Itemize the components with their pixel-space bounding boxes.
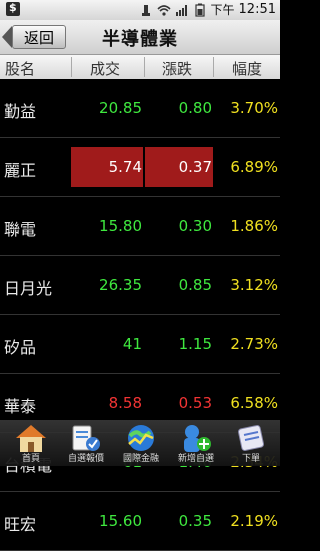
stock-price: 20.85 xyxy=(99,99,142,117)
stock-name: 麗正 xyxy=(4,161,37,180)
column-divider xyxy=(71,57,72,77)
battery-icon xyxy=(194,3,205,17)
table-row[interactable]: 矽品 41 1.15 2.73% xyxy=(0,315,280,374)
stock-pct: 3.12% xyxy=(230,276,278,294)
order-icon xyxy=(238,425,264,451)
stock-name: 日月光 xyxy=(4,279,53,298)
column-divider xyxy=(144,57,145,77)
stock-change: 0.37 xyxy=(178,158,212,176)
globe-icon xyxy=(128,425,154,451)
column-header-name: 股名 xyxy=(5,60,36,78)
table-row[interactable]: 麗正 5.74 0.37 6.89% xyxy=(0,138,280,197)
table-header: 股名 成交 漲跌 幅度 xyxy=(0,55,280,79)
tab-add-watchlist[interactable]: 新增自選 xyxy=(171,422,221,466)
stock-name: 旺宏 xyxy=(4,515,37,534)
stock-pct: 6.89% xyxy=(230,158,278,176)
page-title: 半導體業 xyxy=(102,29,178,50)
home-icon xyxy=(16,425,46,452)
stock-pct: 3.70% xyxy=(230,99,278,117)
stock-pct: 6.58% xyxy=(230,394,278,412)
stock-list: 勤益 20.85 0.80 3.70% 麗正 5.74 0.37 6.89% 聯… xyxy=(0,79,280,551)
tab-watchlist-label: 自選報價 xyxy=(67,454,104,464)
title-bar: 返回 半導體業 xyxy=(0,20,280,55)
stock-change: 0.80 xyxy=(178,99,212,117)
column-header-price: 成交 xyxy=(90,60,121,78)
tab-international-label: 國際金融 xyxy=(122,454,159,464)
wifi-icon xyxy=(156,4,171,16)
stock-name: 聯電 xyxy=(4,220,37,239)
tab-order[interactable]: 下單 xyxy=(226,422,276,466)
stock-price: 41 xyxy=(122,335,142,353)
stock-pct: 2.19% xyxy=(230,512,278,530)
stock-price: 5.74 xyxy=(108,158,142,176)
stock-pct: 1.86% xyxy=(230,217,278,235)
table-row[interactable]: 聯電 15.80 0.30 1.86% xyxy=(0,197,280,256)
tab-order-label: 下單 xyxy=(241,454,260,464)
stock-name: 矽品 xyxy=(4,338,37,357)
status-ampm: 下午 xyxy=(210,3,235,17)
stock-name: 華泰 xyxy=(4,397,37,416)
table-row[interactable]: 日月光 26.35 0.85 3.12% xyxy=(0,256,280,315)
column-header-pct: 幅度 xyxy=(232,60,263,78)
usb-icon xyxy=(141,4,150,16)
watchlist-icon xyxy=(72,425,100,451)
table-row[interactable]: 旺宏 15.60 0.35 2.19% xyxy=(0,492,280,551)
tab-add-watchlist-label: 新增自選 xyxy=(177,454,214,464)
stock-change: 0.85 xyxy=(178,276,212,294)
column-divider xyxy=(213,57,214,77)
app-notification-icon xyxy=(6,1,20,16)
stock-change: 0.35 xyxy=(178,512,212,530)
stock-pct: 2.73% xyxy=(230,335,278,353)
stock-change: 0.53 xyxy=(178,394,212,412)
bottom-tab-bar: 首頁 自選報價 國際金融 新增自選 下單 xyxy=(0,420,280,466)
tab-watchlist[interactable]: 自選報價 xyxy=(61,422,111,466)
tab-home-label: 首頁 xyxy=(21,454,40,464)
table-row[interactable]: 勤益 20.85 0.80 3.70% xyxy=(0,79,280,138)
signal-icon xyxy=(175,4,187,16)
stock-price: 15.60 xyxy=(99,512,142,530)
tab-international[interactable]: 國際金融 xyxy=(116,422,166,466)
status-bar: 下午 12:51 xyxy=(0,0,280,20)
stock-price: 8.58 xyxy=(108,394,142,412)
stock-change: 0.30 xyxy=(178,217,212,235)
stock-price: 26.35 xyxy=(99,276,142,294)
tab-home[interactable]: 首頁 xyxy=(6,422,56,466)
column-header-change: 漲跌 xyxy=(162,60,193,78)
status-time: 12:51 xyxy=(238,2,276,17)
stock-price: 15.80 xyxy=(99,217,142,235)
stock-name: 勤益 xyxy=(4,102,37,121)
stock-change: 1.15 xyxy=(178,335,212,353)
add-watchlist-icon xyxy=(184,425,211,452)
